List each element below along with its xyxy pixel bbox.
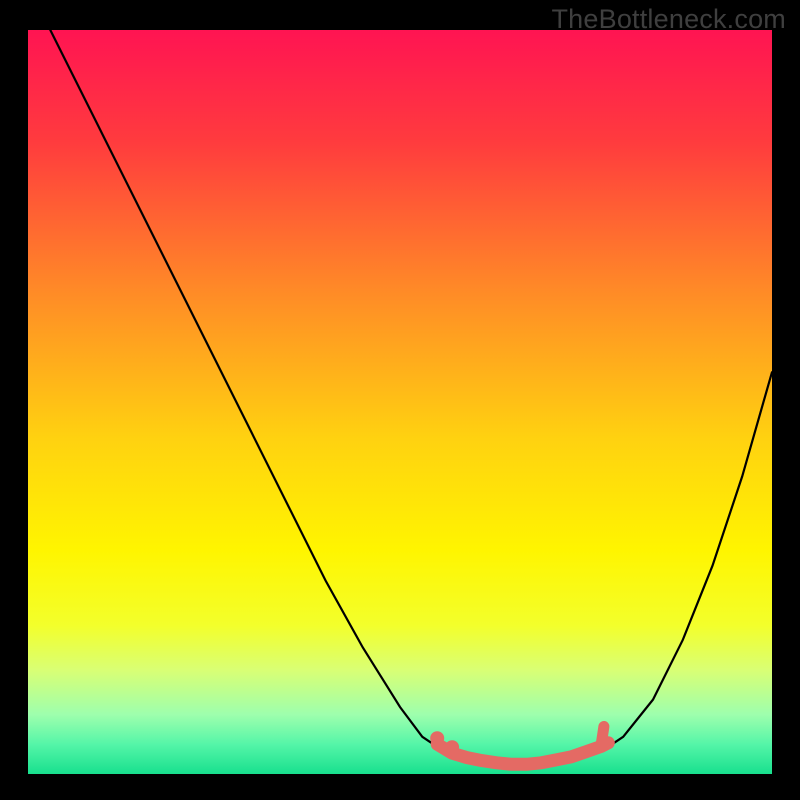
chart-svg (28, 30, 772, 774)
chart-frame: TheBottleneck.com (0, 0, 800, 800)
gradient-background (28, 30, 772, 774)
marker-dot (445, 740, 459, 754)
marker-dot (430, 731, 444, 745)
marker-tick (601, 727, 604, 747)
plot-area (28, 30, 772, 774)
